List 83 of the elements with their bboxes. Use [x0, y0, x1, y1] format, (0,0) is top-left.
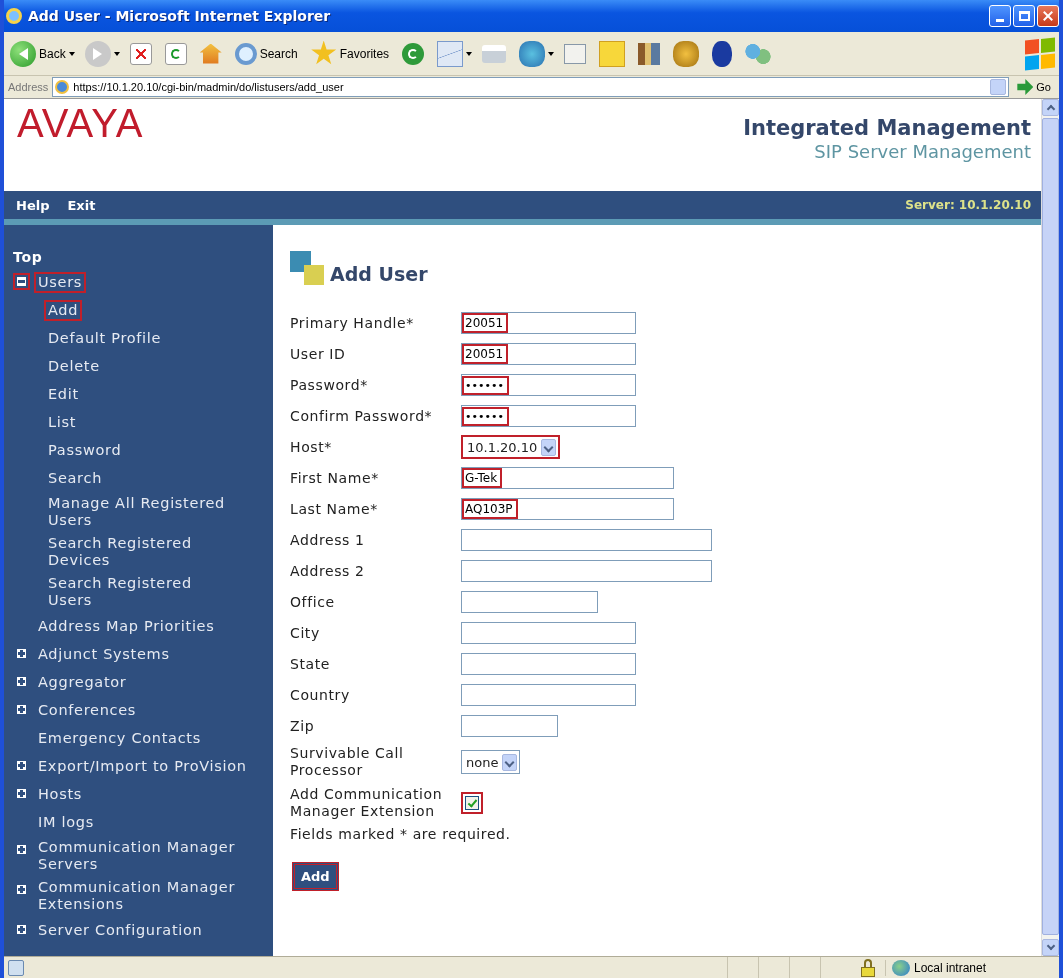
- field-label: Confirm Password*: [290, 407, 434, 425]
- page-icon: [55, 80, 70, 94]
- go-button[interactable]: Go: [1013, 79, 1055, 95]
- field-label: Host*: [290, 438, 333, 456]
- sidebar-heading[interactable]: Top: [13, 249, 273, 265]
- input-field[interactable]: [461, 684, 636, 706]
- sidebar-item[interactable]: Search Registered Users: [44, 573, 240, 611]
- sidebar-item[interactable]: Manage All Registered Users: [44, 493, 240, 531]
- minimize-button[interactable]: [989, 5, 1011, 27]
- zone-label: Local intranet: [914, 960, 987, 975]
- input-field[interactable]: [461, 715, 558, 737]
- sidebar-item[interactable]: List: [44, 411, 81, 433]
- sidebar-item[interactable]: Emergency Contacts: [34, 727, 205, 749]
- dropdown[interactable]: none: [461, 750, 521, 774]
- input-field[interactable]: G-Tek: [461, 467, 674, 489]
- sidebar-item[interactable]: Delete: [44, 355, 104, 377]
- field-label: Zip: [290, 717, 316, 735]
- field-label: Add Communication Manager Extension: [290, 786, 444, 820]
- windows-flag-icon: [1025, 36, 1055, 71]
- sidebar-item[interactable]: Adjunct Systems: [34, 643, 174, 665]
- input-field[interactable]: 20051: [461, 312, 636, 334]
- back-button[interactable]: Back: [8, 36, 77, 71]
- sidebar-item[interactable]: Search Registered Devices: [44, 533, 240, 571]
- sidebar-item[interactable]: Export/Import to ProVision: [34, 755, 251, 777]
- password-field[interactable]: ••••••: [461, 374, 636, 396]
- input-field[interactable]: [461, 653, 636, 675]
- input-field[interactable]: [461, 622, 636, 644]
- add-button[interactable]: Add: [292, 862, 339, 891]
- collapse-icon[interactable]: [13, 273, 30, 290]
- field-label: Primary Handle*: [290, 314, 415, 332]
- sidebar-item[interactable]: Communication Manager Servers: [34, 837, 269, 875]
- sidebar-item[interactable]: Conferences: [34, 699, 141, 721]
- sidebar-item[interactable]: Address Map Priorities: [34, 615, 219, 637]
- squares-icon: [290, 251, 324, 285]
- page-icon: [8, 959, 24, 976]
- field-label: Password*: [290, 376, 369, 394]
- input-field[interactable]: AQ103P: [461, 498, 674, 520]
- field-label: State: [290, 655, 332, 673]
- favorites-button[interactable]: Favorites: [308, 36, 395, 71]
- dropdown[interactable]: 10.1.20.10: [461, 435, 561, 459]
- required-note: Fields marked * are required.: [290, 826, 512, 842]
- field-label: Last Name*: [290, 500, 379, 518]
- maximize-button[interactable]: [1013, 5, 1035, 27]
- address-field[interactable]: https://10.1.20.10/cgi-bin/madmin/do/listusers/add_user: [52, 77, 1010, 97]
- field-label: City: [290, 624, 321, 642]
- scrollbar[interactable]: [1041, 99, 1059, 956]
- sidebar-item[interactable]: Edit: [44, 383, 83, 405]
- network-icon: [892, 959, 910, 976]
- page-title: Add User: [330, 263, 428, 285]
- nav-link[interactable]: Help: [16, 197, 50, 213]
- sidebar-item[interactable]: Add: [44, 299, 83, 321]
- password-field[interactable]: ••••••: [461, 405, 636, 427]
- sidebar-item[interactable]: IM logs: [34, 811, 98, 833]
- sidebar-item[interactable]: Password: [44, 439, 126, 461]
- input-field[interactable]: 20051: [461, 343, 636, 365]
- field-label: Survivable Call Processor: [290, 745, 405, 779]
- sidebar-item[interactable]: Default Profile: [44, 327, 166, 349]
- field-label: Country: [290, 686, 351, 704]
- input-field[interactable]: [461, 560, 712, 582]
- app-subtitle: SIP Server Management: [814, 141, 1031, 163]
- sidebar-item[interactable]: Communication Manager Extensions: [34, 877, 269, 915]
- address-label: Address: [8, 81, 49, 93]
- sidebar-item[interactable]: Search: [44, 467, 106, 489]
- sidebar-item[interactable]: Users: [34, 271, 87, 293]
- input-field[interactable]: [461, 529, 712, 551]
- server-label: Server: 10.1.20.10: [905, 198, 1031, 212]
- field-label: Office: [290, 593, 336, 611]
- close-button[interactable]: [1037, 5, 1059, 27]
- field-label: User ID: [290, 345, 347, 363]
- app-title: Integrated Management: [743, 115, 1031, 141]
- nav-link[interactable]: Exit: [67, 197, 96, 213]
- checkbox[interactable]: [461, 792, 483, 814]
- search-button[interactable]: Search: [232, 36, 303, 71]
- sidebar-item[interactable]: Hosts: [34, 783, 87, 805]
- logo: AVAYA: [17, 101, 144, 146]
- field-label: Address 2: [290, 562, 366, 580]
- window-title: Add User - Microsoft Internet Explorer: [28, 8, 332, 24]
- field-label: First Name*: [290, 469, 380, 487]
- field-label: Address 1: [290, 531, 366, 549]
- input-field[interactable]: [461, 591, 598, 613]
- sidebar-item[interactable]: Aggregator: [34, 671, 131, 693]
- lock-icon: [861, 958, 875, 977]
- sidebar-item[interactable]: Server Configuration: [34, 919, 207, 941]
